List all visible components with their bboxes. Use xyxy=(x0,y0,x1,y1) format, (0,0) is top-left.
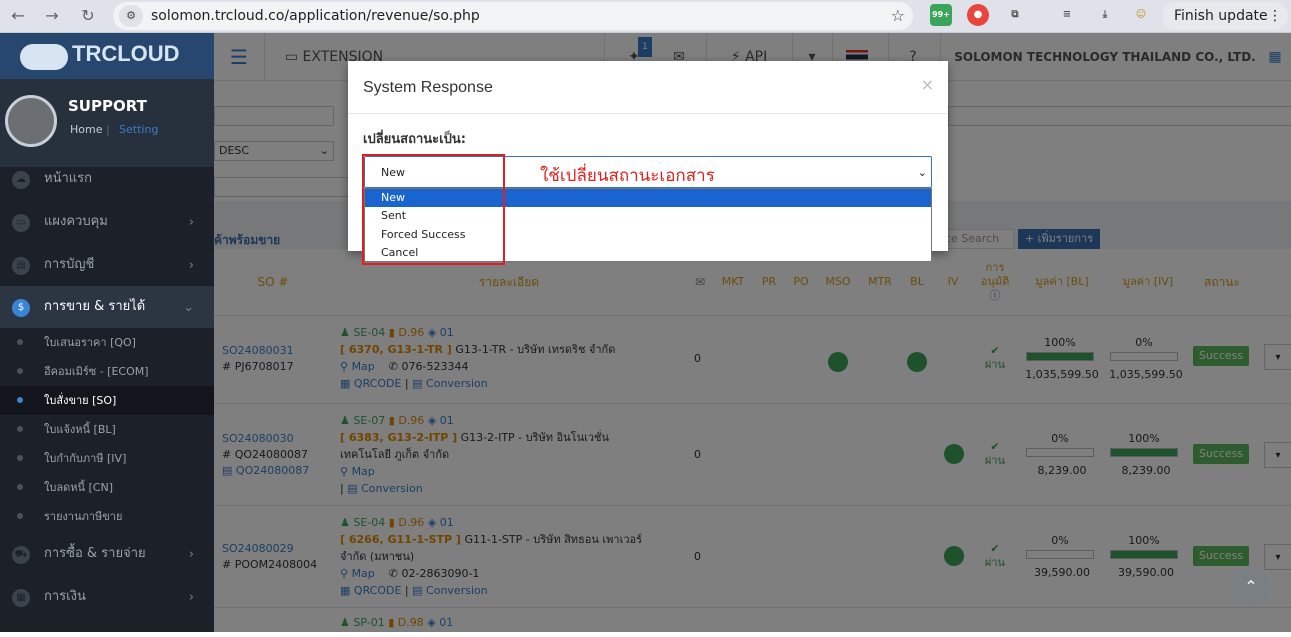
sidebar-sub-label: ใบเสนอราคา [QO] xyxy=(44,336,136,349)
sidebar-item-finance[interactable]: ▦ การเงิน › xyxy=(0,576,214,618)
sidebar-sub-sales-tax-report[interactable]: รายงานภาษีขาย xyxy=(0,502,214,531)
sidebar-item-accounting[interactable]: ▤ การบัญชี › xyxy=(0,244,214,286)
menu-kebab-icon: ⋮ xyxy=(1268,8,1282,24)
bullet-icon xyxy=(17,513,23,519)
sidebar-sub-label: ใบแจ้งหนี้ [BL] xyxy=(44,423,116,436)
status-label: เปลี่ยนสถานะเป็น: xyxy=(363,132,466,147)
sidebar-sub-label: รายงานภาษีขาย xyxy=(44,510,123,523)
sidebar-item-sales[interactable]: $ การขาย & รายได้ ⌄ xyxy=(0,286,214,328)
sidebar-item-dashboard[interactable]: ▭ แผงควบคุม › xyxy=(0,201,214,243)
sidebar-sub-sales-order[interactable]: ใบสั่งขาย [SO] xyxy=(0,386,214,415)
sidebar-item-label: แผงควบคุม xyxy=(44,214,108,229)
bullet-icon xyxy=(17,339,23,345)
sidebar-item-label: การเงิน xyxy=(44,589,86,604)
sidebar-sub-credit-note[interactable]: ใบลดหนี้ [CN] xyxy=(0,473,214,502)
extensions-puzzle-icon[interactable]: ⧉ xyxy=(1004,4,1026,26)
extension-color-icon[interactable]: ● xyxy=(967,4,989,26)
annotation-highlight-box xyxy=(362,154,505,265)
user-panel: SUPPORT Home | Setting xyxy=(0,79,214,167)
sidebar-sub-billing[interactable]: ใบแจ้งหนี้ [BL] xyxy=(0,415,214,444)
forward-icon[interactable]: → xyxy=(40,4,64,28)
home-link-label: Home xyxy=(70,123,103,136)
finish-update-button[interactable]: Finish update ⋮ xyxy=(1162,2,1288,30)
close-icon[interactable]: × xyxy=(921,75,934,94)
sidebar-item-label: การซื้อ & รายจ่าย xyxy=(44,546,146,561)
chevron-down-icon: ⌄ xyxy=(183,300,194,315)
sidebar-item-label: การขาย & รายได้ xyxy=(44,299,146,314)
profile-avatar-icon[interactable]: ☺ xyxy=(1130,4,1152,26)
sidebar-sub-label: ใบลดหนี้ [CN] xyxy=(44,481,113,494)
modal-divider xyxy=(348,113,948,114)
download-icon[interactable]: ⤓ xyxy=(1094,4,1116,26)
sidebar-sub-label: ใบกำกับภาษี [IV] xyxy=(44,452,127,465)
book-icon: ▤ xyxy=(12,257,30,275)
bullet-icon xyxy=(17,368,23,374)
extension-badge-count: 99+ xyxy=(932,10,950,19)
sidebar-item-label: การบัญชี xyxy=(44,257,95,272)
scroll-to-top-button[interactable]: ⌃ xyxy=(1231,567,1271,607)
bullet-icon xyxy=(17,455,23,461)
reading-list-icon[interactable]: ≡ xyxy=(1056,4,1078,26)
browser-toolbar: ← → ↻ ⚙ solomon.trcloud.co/application/r… xyxy=(0,0,1291,33)
reload-icon[interactable]: ↻ xyxy=(76,4,100,28)
chevron-down-icon: ⌄ xyxy=(917,166,927,179)
sidebar-item-label: หน้าแรก xyxy=(44,171,92,186)
sidebar-item-purchase[interactable]: ⛟ การซื้อ & รายจ่าย › xyxy=(0,533,214,575)
cloud-icon: ☁ xyxy=(12,171,30,189)
annotation-text: ใช้เปลี่ยนสถานะเอกสาร xyxy=(540,166,715,186)
back-icon[interactable]: ← xyxy=(6,4,30,28)
calendar-icon: ▦ xyxy=(12,589,30,607)
modal-title: System Response xyxy=(363,79,493,96)
address-bar[interactable]: ⚙ solomon.trcloud.co/application/revenue… xyxy=(113,2,913,30)
cloud-logo-icon xyxy=(20,44,68,70)
finish-update-label: Finish update xyxy=(1174,8,1268,24)
bullet-icon xyxy=(17,397,23,403)
bullet-icon xyxy=(17,426,23,432)
avatar xyxy=(5,95,57,147)
site-info-icon[interactable]: ⚙ xyxy=(119,5,143,27)
user-name: SUPPORT xyxy=(68,97,147,115)
extension-badge-icon[interactable]: 99+ xyxy=(930,4,952,26)
chevron-right-icon: › xyxy=(188,258,194,273)
url-text[interactable]: solomon.trcloud.co/application/revenue/s… xyxy=(151,2,480,30)
logo-text: TRCLOUD xyxy=(72,41,180,66)
sidebar-sub-ecommerce[interactable]: อีคอมเมิร์ซ - [ECOM] xyxy=(0,357,214,386)
logo[interactable]: TRCLOUD xyxy=(0,33,214,79)
sidebar-sub-quotation[interactable]: ใบเสนอราคา [QO] xyxy=(0,328,214,357)
setting-link[interactable]: Setting xyxy=(119,123,158,136)
bullet-icon xyxy=(17,484,23,490)
sidebar-item-home[interactable]: ☁ หน้าแรก xyxy=(0,158,214,200)
chevron-right-icon: › xyxy=(188,547,194,562)
sidebar-sub-label: อีคอมเมิร์ซ - [ECOM] xyxy=(44,365,149,378)
chevron-right-icon: › xyxy=(188,215,194,230)
chevron-right-icon: › xyxy=(188,590,194,605)
bookmark-star-icon[interactable]: ☆ xyxy=(891,2,905,30)
dollar-icon: $ xyxy=(12,299,30,317)
sidebar-sub-label: ใบสั่งขาย [SO] xyxy=(44,394,117,407)
monitor-icon: ▭ xyxy=(12,214,30,232)
sidebar: TRCLOUD SUPPORT Home | Setting ☁ หน้าแรก … xyxy=(0,33,214,632)
sidebar-sub-tax-invoice[interactable]: ใบกำกับภาษี [IV] xyxy=(0,444,214,473)
cart-icon: ⛟ xyxy=(12,546,30,564)
home-link[interactable]: Home | xyxy=(70,123,110,136)
